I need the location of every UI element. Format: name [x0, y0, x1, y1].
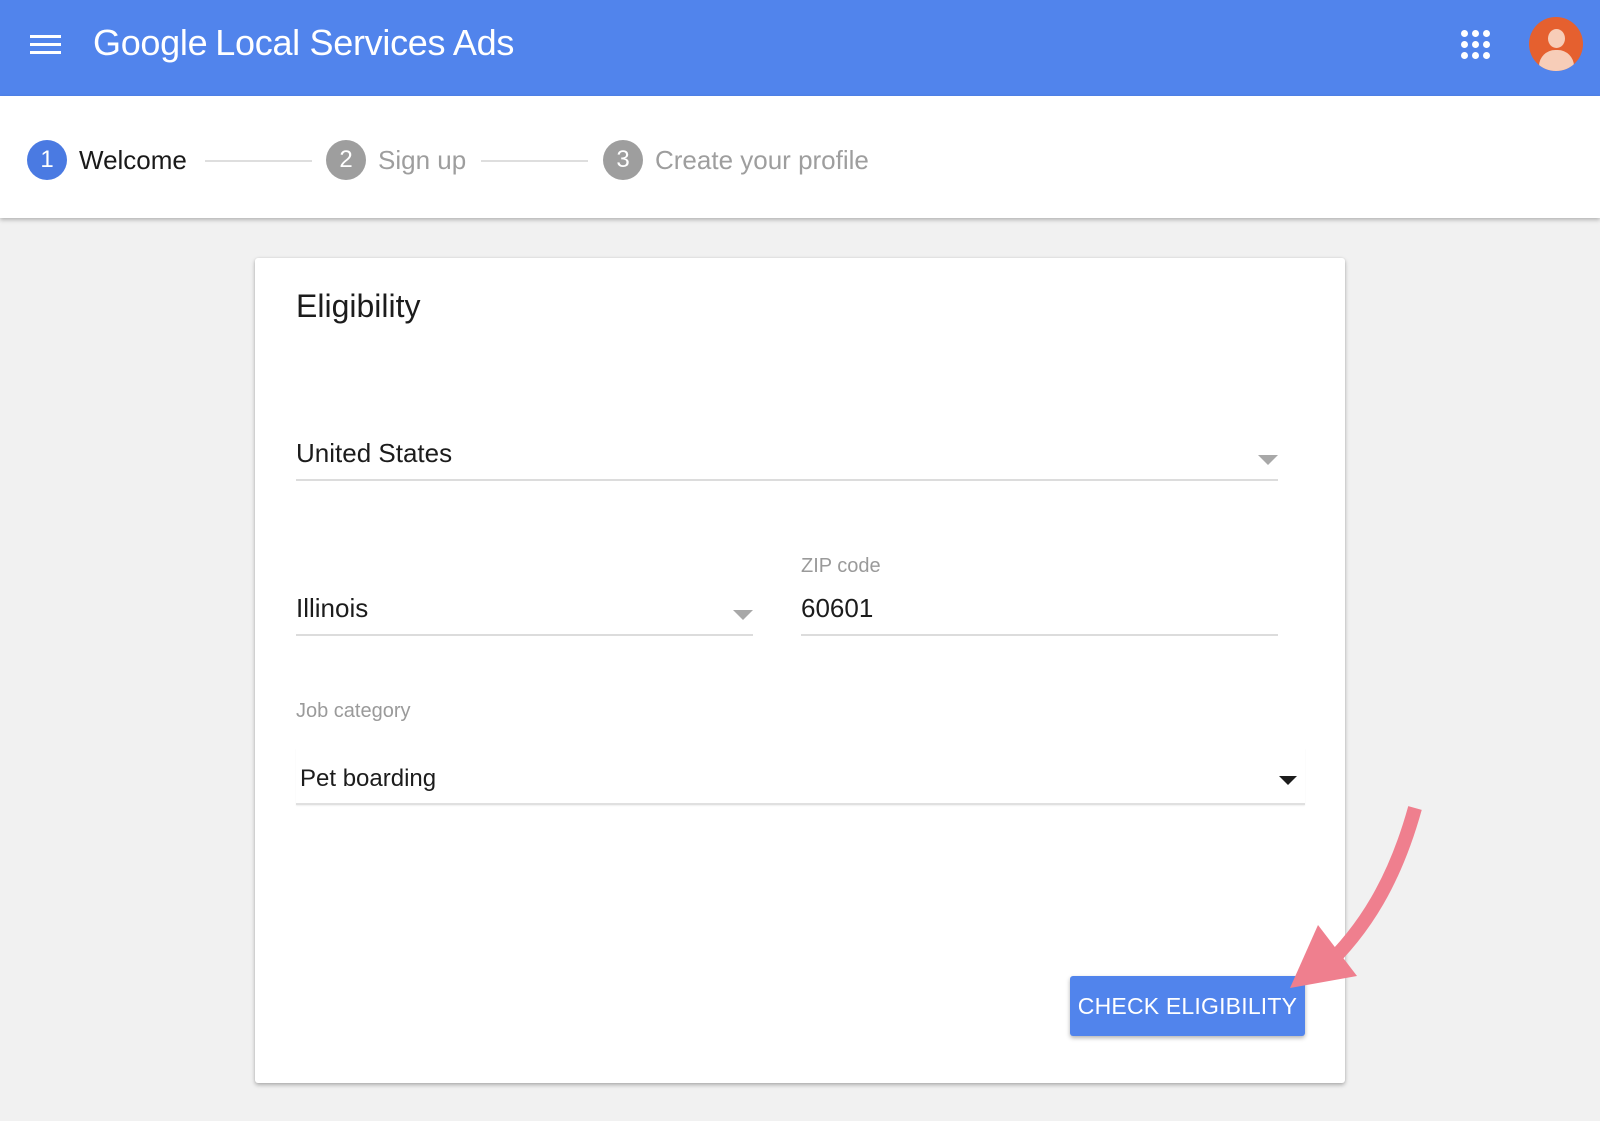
country-select[interactable]: United States — [296, 428, 1278, 481]
menu-line — [30, 43, 61, 46]
card-title: Eligibility — [296, 288, 421, 324]
apps-dot — [1483, 41, 1490, 48]
country-value: United States — [296, 438, 453, 468]
dropdown-caret-icon — [733, 610, 753, 620]
job-category-select[interactable]: Pet boarding — [296, 748, 1305, 805]
apps-dot — [1461, 41, 1468, 48]
app-title[interactable]: Google Local Services Ads — [93, 22, 514, 64]
step-number-badge: 2 — [326, 140, 366, 180]
step-number-badge: 3 — [603, 140, 643, 180]
menu-line — [30, 35, 61, 38]
app-bar: Google Local Services Ads — [0, 0, 1600, 96]
zip-label: ZIP code — [801, 555, 881, 577]
apps-dot — [1483, 52, 1490, 59]
avatar-body — [1539, 50, 1574, 71]
apps-dot — [1461, 30, 1468, 37]
state-value: Illinois — [296, 593, 369, 623]
progress-stepper: 1 Welcome 2 Sign up 3 Create your profil… — [0, 96, 1600, 218]
apps-dot — [1472, 30, 1479, 37]
step-number-badge: 1 — [27, 140, 67, 180]
dropdown-caret-icon — [1279, 776, 1297, 785]
step-connector — [481, 160, 588, 162]
product-name: Local Services Ads — [215, 22, 515, 63]
google-logo-text: Google — [93, 22, 208, 63]
job-category-value: Pet boarding — [300, 765, 437, 792]
check-eligibility-button[interactable]: CHECK ELIGIBILITY — [1070, 976, 1305, 1036]
step-label: Create your profile — [655, 144, 869, 175]
step-label: Welcome — [79, 144, 187, 175]
user-avatar-icon[interactable] — [1529, 17, 1583, 71]
apps-dot — [1472, 52, 1479, 59]
dropdown-caret-icon — [1258, 455, 1278, 465]
step-connector — [205, 160, 312, 162]
apps-dot — [1472, 41, 1479, 48]
state-select[interactable]: Illinois — [296, 583, 753, 636]
step-label: Sign up — [378, 144, 467, 175]
step-sign-up[interactable]: 2 Sign up — [326, 140, 466, 180]
hamburger-menu-icon[interactable] — [30, 33, 64, 57]
eligibility-card: Eligibility United States Illinois ZIP c… — [255, 258, 1345, 1083]
apps-grid-icon[interactable] — [1461, 30, 1491, 60]
zip-value: 60601 — [801, 593, 874, 623]
job-category-label: Job category — [296, 700, 411, 722]
zip-input[interactable]: 60601 — [801, 583, 1278, 636]
avatar-head — [1548, 29, 1565, 48]
apps-dot — [1483, 30, 1490, 37]
apps-dot — [1461, 52, 1468, 59]
menu-line — [30, 51, 61, 54]
step-create-profile[interactable]: 3 Create your profile — [603, 140, 869, 180]
step-welcome[interactable]: 1 Welcome — [27, 140, 187, 180]
